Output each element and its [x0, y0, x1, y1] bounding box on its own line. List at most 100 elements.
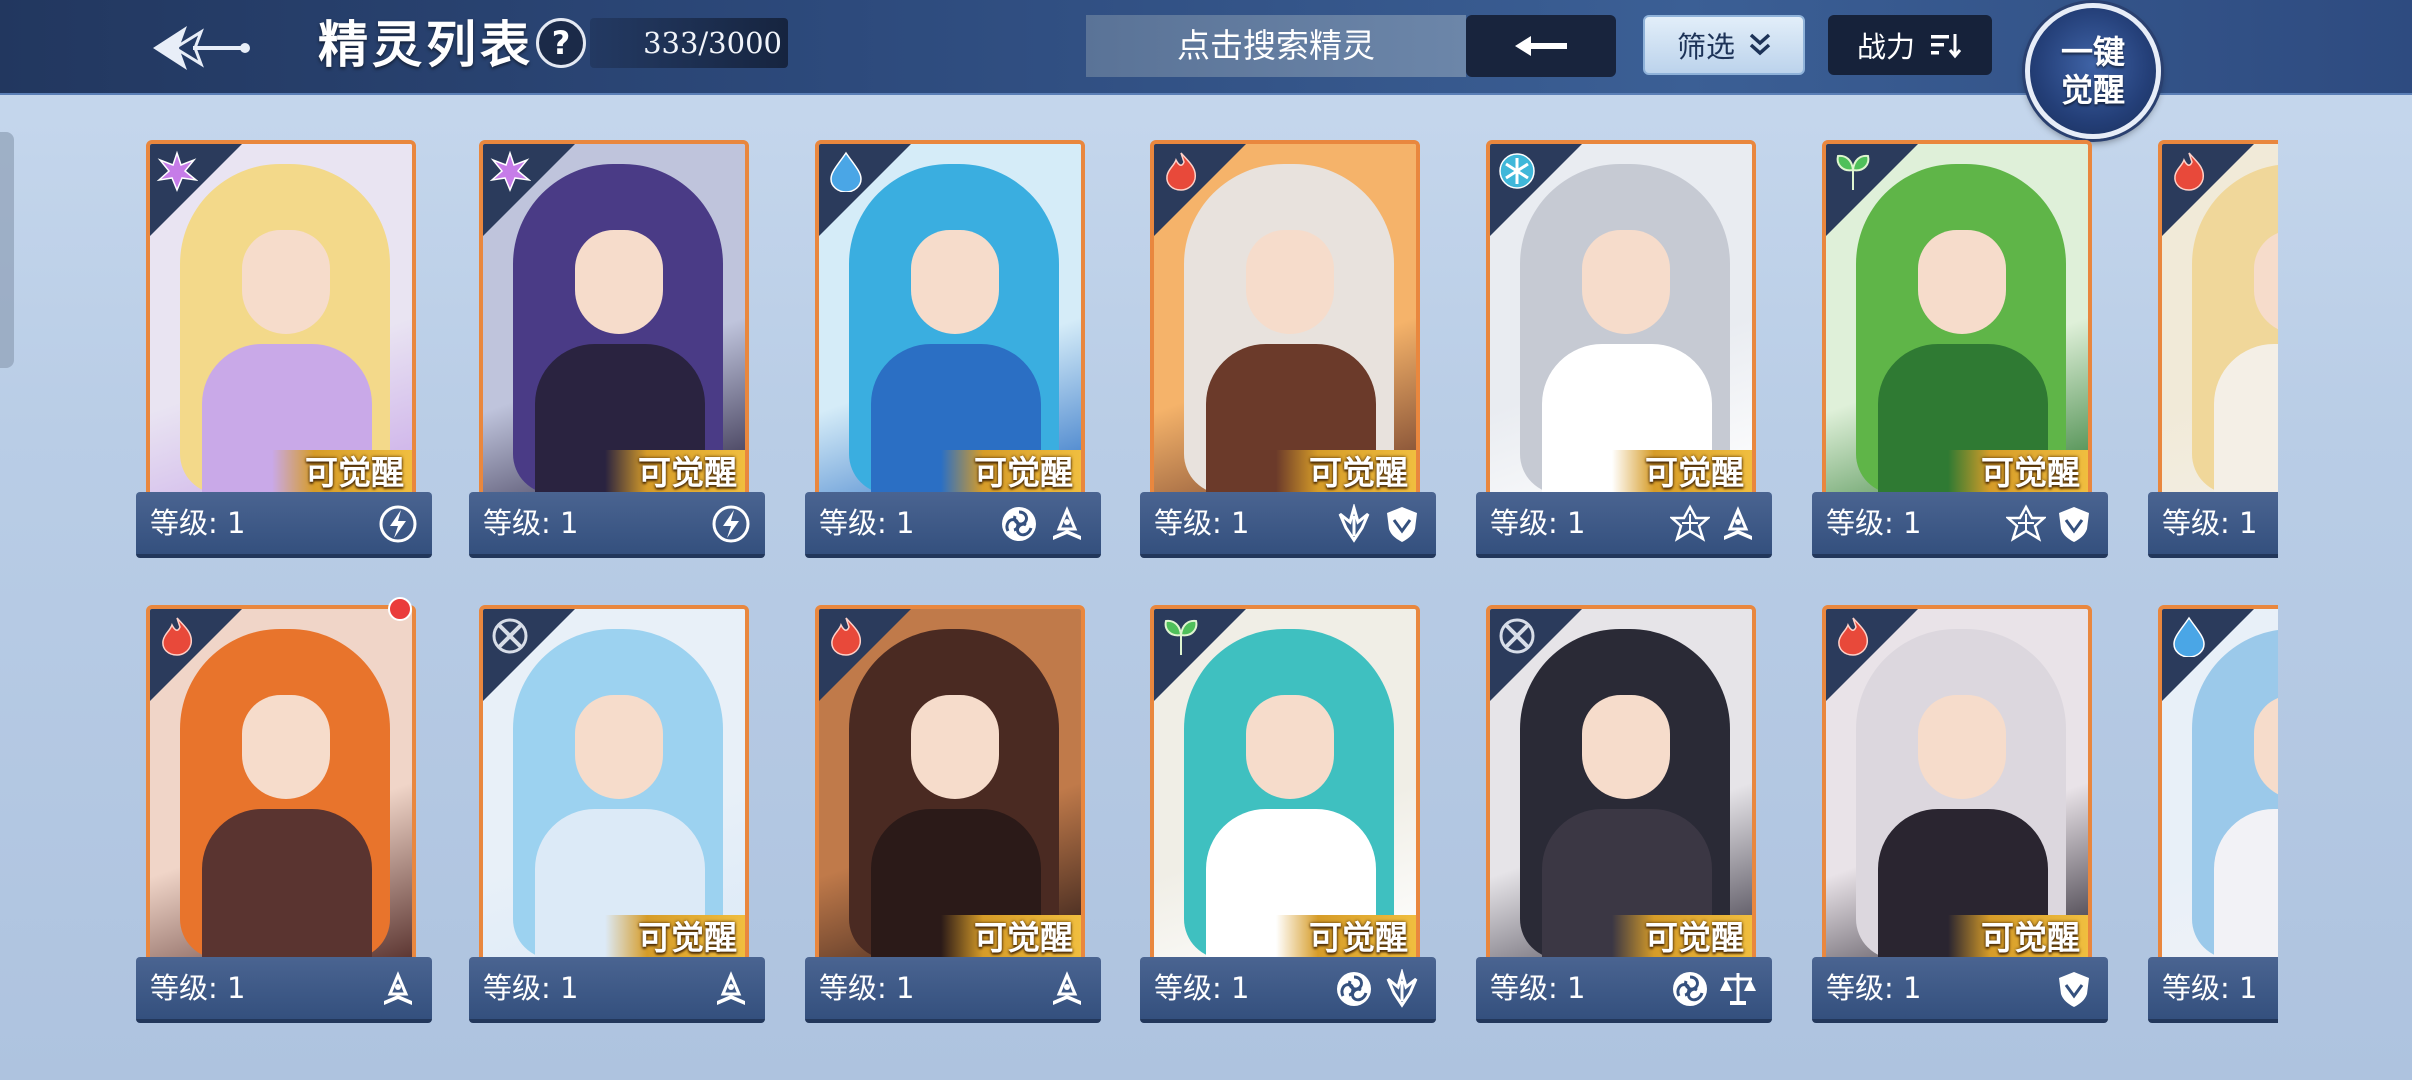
- level-label: 等级: 1: [1154, 506, 1250, 540]
- spirit-portrait: [2158, 140, 2278, 500]
- cross-icon: [1496, 615, 1538, 657]
- lightning-icon: [378, 504, 418, 544]
- card-info-bar: 等级: 1: [805, 957, 1101, 1023]
- level-label: 等级: 1: [150, 506, 246, 540]
- level-label: 等级: 1: [819, 971, 915, 1005]
- spirit-card[interactable]: 等级: 1: [2148, 605, 2278, 1025]
- level-label: 等级: 1: [1490, 971, 1586, 1005]
- claw-icon: [1334, 502, 1374, 544]
- water-icon: [825, 150, 867, 193]
- role-icons: [999, 504, 1087, 544]
- spirit-card[interactable]: 可觉醒 等级: 1: [1812, 605, 2112, 1025]
- book-icon: [1047, 969, 1087, 1009]
- leaf-icon: [1832, 150, 1874, 192]
- spirit-portrait: 可觉醒: [1822, 605, 2092, 965]
- spirit-portrait: 可觉醒: [1150, 140, 1420, 500]
- fire-icon: [2168, 150, 2210, 192]
- spirit-card[interactable]: 可觉醒 等级: 1: [469, 605, 769, 1025]
- card-info-bar: 等级: 1: [136, 492, 432, 558]
- awakenable-tag: 可觉醒: [1276, 450, 1416, 496]
- card-info-bar: 等级: 1: [805, 492, 1101, 558]
- shield-icon: [2054, 504, 2094, 544]
- level-label: 等级: 1: [2162, 506, 2258, 540]
- card-info-bar: 等级: 1: [1812, 492, 2108, 558]
- role-icons: [1334, 502, 1422, 544]
- level-label: 等级: 1: [483, 971, 579, 1005]
- claw-icon: [1382, 967, 1422, 1009]
- spirit-card[interactable]: 可觉醒 等级: 1: [1140, 605, 1440, 1025]
- card-info-bar: 等级: 1: [2148, 492, 2278, 558]
- role-icons: [2054, 969, 2094, 1009]
- notification-dot: [388, 597, 412, 621]
- level-label: 等级: 1: [150, 971, 246, 1005]
- level-label: 等级: 1: [1826, 506, 1922, 540]
- spirit-card[interactable]: 可觉醒 等级: 1: [1140, 140, 1440, 560]
- card-info-bar: 等级: 1: [1812, 957, 2108, 1023]
- card-info-bar: 等级: 1: [1476, 957, 1772, 1023]
- fire-icon: [1832, 615, 1874, 657]
- level-label: 等级: 1: [1490, 506, 1586, 540]
- level-label: 等级: 1: [819, 506, 915, 540]
- spirit-card[interactable]: 可觉醒 等级: 1: [805, 140, 1105, 560]
- role-icons: [378, 504, 418, 544]
- card-info-bar: 等级: 1: [1140, 957, 1436, 1023]
- spirit-portrait: 可觉醒: [1486, 140, 1756, 500]
- lightning-icon: [711, 504, 751, 544]
- level-label: 等级: 1: [483, 506, 579, 540]
- book-icon: [711, 969, 751, 1009]
- card-info-bar: 等级: 1: [1476, 492, 1772, 558]
- card-info-bar: 等级: 1: [136, 957, 432, 1023]
- awakenable-tag: 可觉醒: [272, 450, 412, 496]
- spirit-portrait: 可觉醒: [815, 605, 1085, 965]
- spirit-card[interactable]: 可觉醒 等级: 1: [805, 605, 1105, 1025]
- role-icons: [1670, 969, 1758, 1009]
- swirl-icon: [999, 504, 1039, 544]
- role-icons: [711, 504, 751, 544]
- spirit-portrait: 可觉醒: [1822, 140, 2092, 500]
- spirit-portrait: 可觉醒: [146, 140, 416, 500]
- awakenable-tag: 可觉醒: [1948, 915, 2088, 961]
- spirit-card[interactable]: 可觉醒等级: 1: [1812, 140, 2112, 560]
- shield-icon: [2054, 969, 2094, 1009]
- spirit-portrait: 可觉醒: [1486, 605, 1756, 965]
- leaf-icon: [1160, 615, 1202, 657]
- card-info-bar: 等级: 1: [1140, 492, 1436, 558]
- spirit-card[interactable]: 等级: 1: [2148, 140, 2278, 560]
- level-label: 等级: 1: [2162, 971, 2258, 1005]
- role-icons: [1668, 504, 1758, 544]
- fire-icon: [156, 615, 198, 657]
- fire-icon: [1160, 150, 1202, 192]
- awakenable-tag: 可觉醒: [605, 915, 745, 961]
- spirit-card[interactable]: 可觉醒等级: 1: [1476, 140, 1776, 560]
- role-icons: [711, 969, 751, 1009]
- cross-icon: [489, 615, 531, 657]
- awakenable-tag: 可觉醒: [605, 450, 745, 496]
- role-icons: [2004, 504, 2094, 544]
- spirit-portrait: 可觉醒: [479, 140, 749, 500]
- spirit-portrait: 可觉醒: [1150, 605, 1420, 965]
- swirl-icon: [1670, 969, 1710, 1009]
- swirl-icon: [1334, 969, 1374, 1009]
- book-icon: [1718, 504, 1758, 544]
- spirit-portrait: 可觉醒: [479, 605, 749, 965]
- role-icons: [1334, 967, 1422, 1009]
- spirit-card[interactable]: 可觉醒 等级: 1: [469, 140, 769, 560]
- card-info-bar: 等级: 1: [2148, 957, 2278, 1023]
- spirit-card[interactable]: 等级: 1: [136, 597, 436, 1025]
- card-info-bar: 等级: 1: [469, 957, 765, 1023]
- awakenable-tag: 可觉醒: [941, 915, 1081, 961]
- spirit-grid: 可觉醒 等级: 1 可觉醒 等级: 1 可觉醒 等级: 1 可觉醒 等级: 1 可觉醒 等级: 1…: [0, 0, 2280, 1080]
- card-info-bar: 等级: 1: [469, 492, 765, 558]
- star-icon: [1668, 504, 1712, 544]
- spirit-card[interactable]: 可觉醒 等级: 1: [1476, 605, 1776, 1025]
- storm-icon: [489, 150, 532, 192]
- awakenable-tag: 可觉醒: [1276, 915, 1416, 961]
- spirit-portrait: [2158, 605, 2278, 965]
- awakenable-tag: 可觉醒: [1612, 915, 1752, 961]
- star-icon: [2004, 504, 2048, 544]
- spirit-portrait: 可觉醒: [815, 140, 1085, 500]
- spirit-card[interactable]: 可觉醒 等级: 1: [136, 140, 436, 560]
- role-icons: [1047, 969, 1087, 1009]
- spirit-portrait: [146, 605, 416, 965]
- awakenable-tag: 可觉醒: [941, 450, 1081, 496]
